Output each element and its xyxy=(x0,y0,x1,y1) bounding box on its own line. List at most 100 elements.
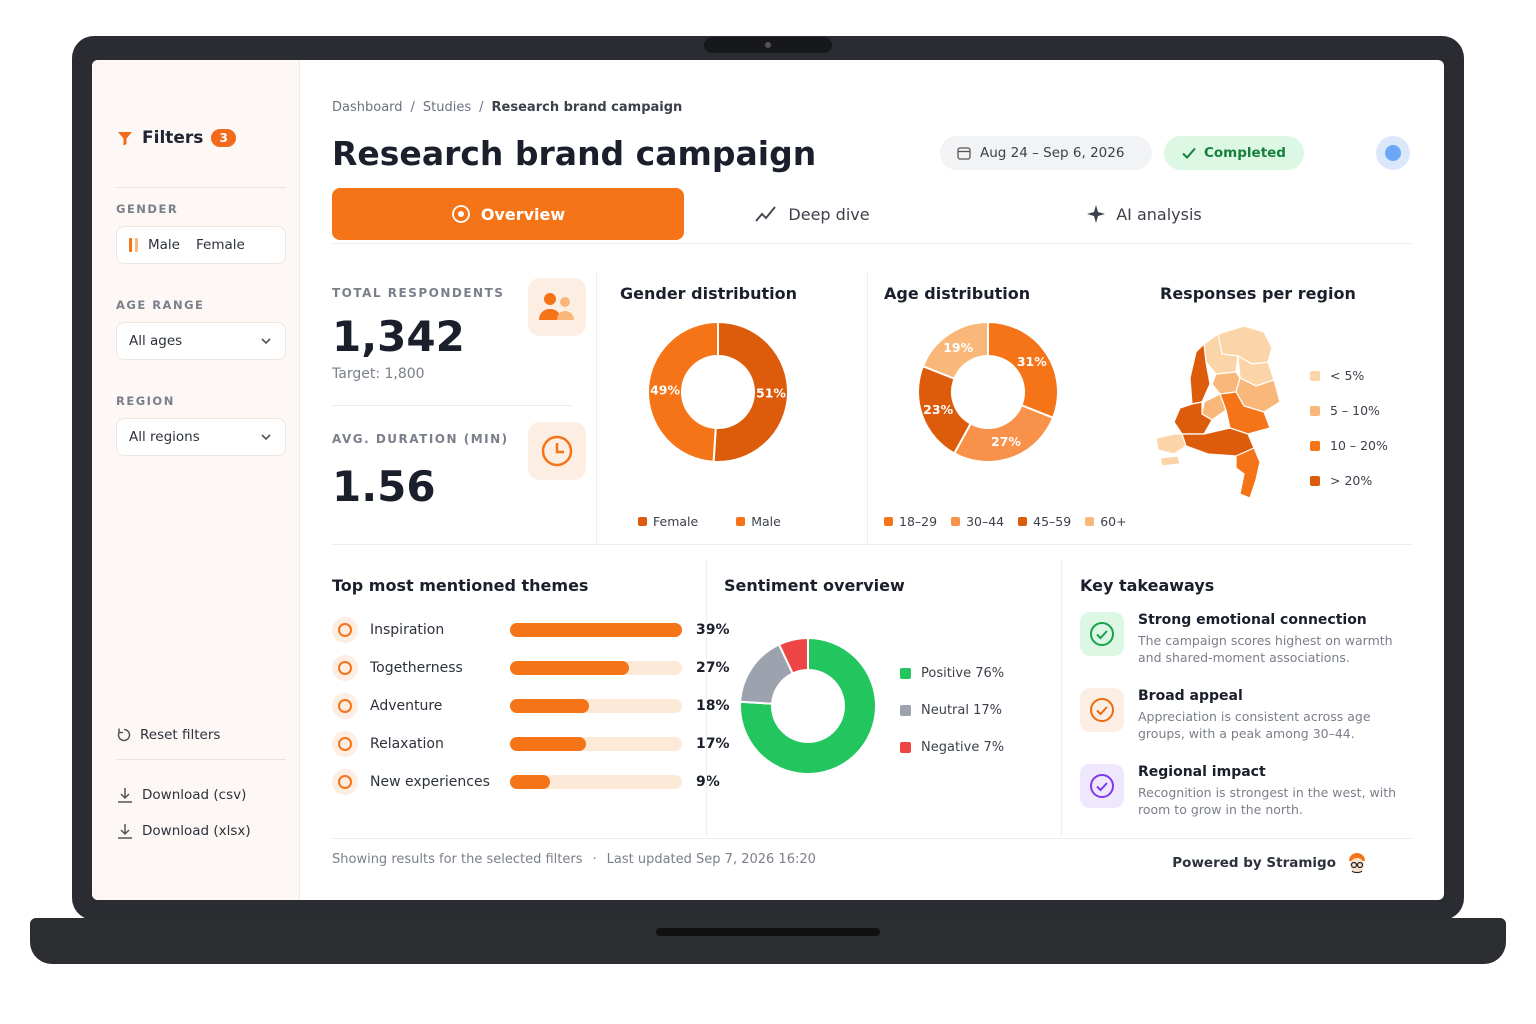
divider xyxy=(332,405,572,406)
region-label: REGION xyxy=(116,394,175,408)
chevron-down-icon xyxy=(261,338,271,345)
trend-line-icon xyxy=(755,206,777,222)
theme-bar-fill xyxy=(510,623,682,637)
legend-item-5-10: 5 – 10% xyxy=(1310,403,1388,418)
donut-slice-18-29[interactable] xyxy=(987,322,1059,420)
theme-row: Relaxation 17% xyxy=(332,730,732,758)
legend-label: Female xyxy=(653,514,699,529)
divider xyxy=(706,560,707,836)
age-range-value: All ages xyxy=(129,333,183,349)
theme-bar-track xyxy=(510,661,682,675)
tab-overview[interactable]: Overview xyxy=(332,188,684,240)
date-range-text: Aug 24 – Sep 6, 2026 xyxy=(980,145,1125,161)
breadcrumb-studies[interactable]: Studies xyxy=(423,100,471,115)
legend-swatch xyxy=(951,517,961,526)
reset-filters-link[interactable]: Reset filters xyxy=(116,727,220,743)
camera-notch xyxy=(704,37,832,53)
divider xyxy=(867,272,868,544)
donut-data-label: 19% xyxy=(943,340,973,355)
status-text: Completed xyxy=(1204,145,1286,161)
total-respondents-value: 1,342 xyxy=(332,312,465,361)
legend-swatch xyxy=(900,742,911,753)
theme-percentage: 17% xyxy=(696,736,730,752)
circle-icon xyxy=(332,693,358,719)
region-map xyxy=(1155,325,1281,499)
takeaway-item: Regional impact Recognition is strongest… xyxy=(1080,764,1410,834)
tab-deep-dive[interactable]: Deep dive xyxy=(742,188,882,240)
breadcrumb-current: Research brand campaign xyxy=(491,100,683,115)
region-value: All regions xyxy=(129,429,200,445)
themes-title: Top most mentioned themes xyxy=(332,576,589,595)
filters-header: Filters 3 xyxy=(116,128,236,148)
sentiment-legend: Positive 76% Neutral 17% Negative 7% xyxy=(900,666,1004,755)
filters-title: Filters xyxy=(142,128,204,148)
gender-chart-title: Gender distribution xyxy=(620,284,797,303)
gender-filter[interactable]: Male Female xyxy=(116,226,286,264)
download-csv-link[interactable]: Download (csv) xyxy=(116,786,246,804)
theme-label: Relaxation xyxy=(370,736,444,752)
theme-bar-fill xyxy=(510,661,629,675)
download-icon xyxy=(118,788,132,803)
legend-item-negative: Negative 7% xyxy=(900,740,1004,755)
footer-updated: Last updated Sep 7, 2026 16:20 xyxy=(606,852,816,867)
legend-item-30-44: 30–44 xyxy=(951,514,1004,529)
legend-label: 18–29 xyxy=(899,514,938,529)
legend-item-10-20: 10 – 20% xyxy=(1310,438,1388,453)
takeaway-body: Appreciation is consistent across age gr… xyxy=(1138,709,1371,741)
legend-swatch xyxy=(1310,405,1320,416)
powered-by: Powered by Stramigo xyxy=(1172,852,1368,874)
gender-option-male[interactable]: Male xyxy=(148,237,180,253)
breadcrumb-separator: / xyxy=(479,100,484,115)
user-avatar[interactable] xyxy=(1376,136,1410,170)
takeaway-item: Broad appeal Appreciation is consistent … xyxy=(1080,688,1410,758)
region-limburg[interactable] xyxy=(1235,447,1261,499)
takeaways-list: Strong emotional connection The campaign… xyxy=(1080,612,1410,842)
legend-label: Neutral 17% xyxy=(921,703,1003,718)
theme-row: Togetherness 27% xyxy=(332,654,732,682)
calendar-icon xyxy=(957,147,971,160)
age-legend: 18–29 30–44 45–59 60+ xyxy=(884,514,1127,529)
theme-percentage: 9% xyxy=(696,774,720,790)
legend-swatch xyxy=(900,668,911,679)
legend-label: 60+ xyxy=(1100,514,1127,529)
legend-item-18-29: 18–29 xyxy=(884,514,937,529)
theme-row: Inspiration 39% xyxy=(332,616,732,644)
theme-percentage: 27% xyxy=(696,660,730,676)
date-range-pill[interactable]: Aug 24 – Sep 6, 2026 xyxy=(940,136,1152,170)
legend-swatch xyxy=(736,517,746,526)
region-zeeland[interactable] xyxy=(1155,433,1187,467)
age-range-select[interactable]: All ages xyxy=(116,322,286,360)
breadcrumb: Dashboard / Studies / Research brand cam… xyxy=(332,100,682,115)
reset-filters-label: Reset filters xyxy=(140,727,221,743)
check-circle-icon xyxy=(1080,764,1124,808)
gender-label: GENDER xyxy=(116,202,179,216)
theme-label: Togetherness xyxy=(370,660,463,676)
legend-swatch xyxy=(1018,517,1028,526)
check-circle-icon xyxy=(1080,612,1124,656)
circle-icon xyxy=(332,655,358,681)
divider xyxy=(116,759,286,760)
download-xlsx-link[interactable]: Download (xlsx) xyxy=(116,822,251,840)
legend-label: < 5% xyxy=(1330,368,1365,383)
theme-percentage: 18% xyxy=(696,698,730,714)
divider xyxy=(1061,560,1062,836)
region-map-title: Responses per region xyxy=(1160,284,1356,303)
tab-ai-analysis[interactable]: AI analysis xyxy=(1084,188,1204,240)
gender-option-female[interactable]: Female xyxy=(196,237,245,253)
clock-icon xyxy=(528,422,586,480)
legend-item-neutral: Neutral 17% xyxy=(900,703,1004,718)
divider xyxy=(116,187,286,188)
region-select[interactable]: All regions xyxy=(116,418,286,456)
sentiment-title: Sentiment overview xyxy=(724,576,905,595)
legend-item-lt-5: < 5% xyxy=(1310,368,1388,383)
legend-label: Negative 7% xyxy=(921,740,1005,755)
donut-data-label: 51% xyxy=(756,386,786,401)
gender-donut-chart: 51% 49% xyxy=(648,322,789,463)
main-content: Dashboard / Studies / Research brand cam… xyxy=(332,60,1412,900)
legend-item-male: Male xyxy=(736,514,781,529)
stramigo-logo-icon xyxy=(1349,853,1365,874)
theme-label: Inspiration xyxy=(370,622,445,638)
breadcrumb-dashboard[interactable]: Dashboard xyxy=(332,100,403,115)
donut-data-label: 49% xyxy=(650,382,680,397)
footer-filters-note: Showing results for the selected filters xyxy=(332,852,583,867)
